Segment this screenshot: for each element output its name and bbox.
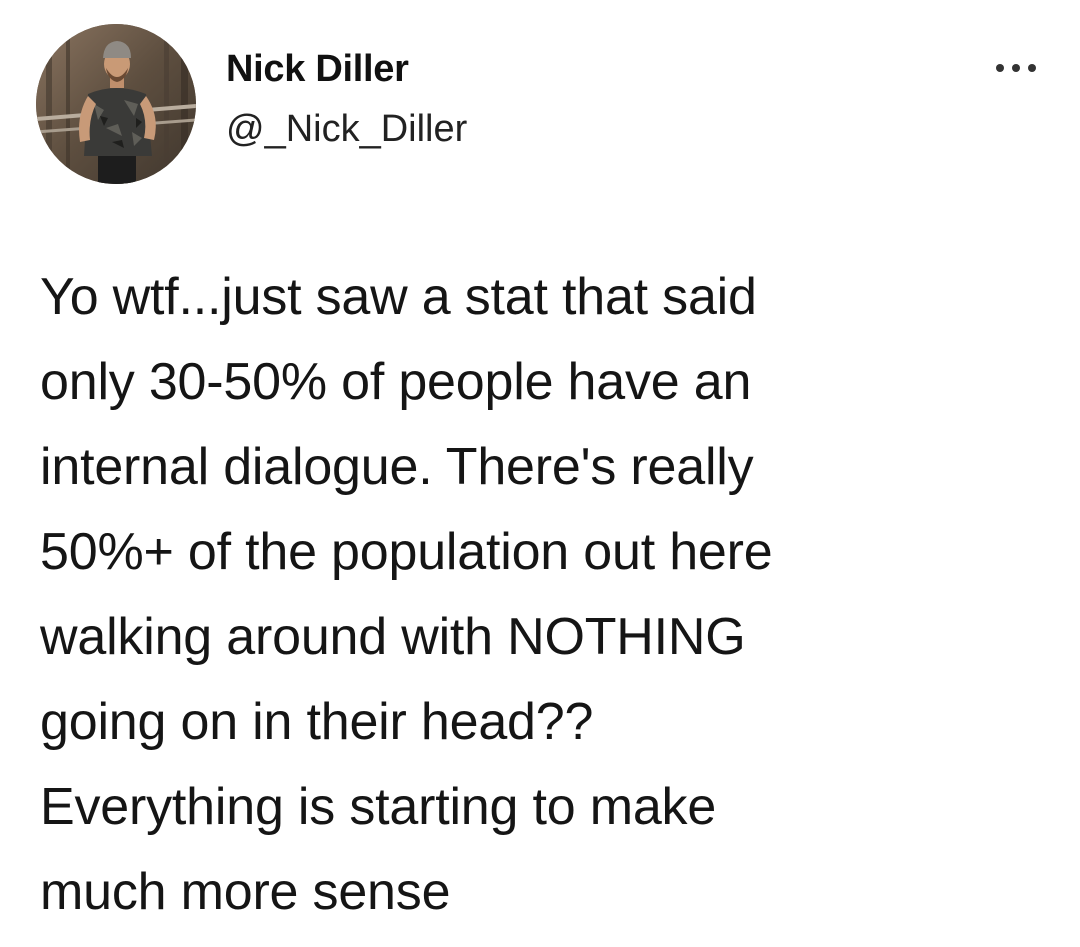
tweet-text: Yo wtf...just saw a stat that said only … [40,255,1050,935]
avatar-photo [36,24,196,184]
author-handle[interactable]: @_Nick_Diller [226,108,467,151]
tweet-card: Nick Diller @_Nick_Diller Yo wtf...just … [0,0,1080,947]
tweet-text-line: Yo wtf...just saw a stat that said [40,268,757,326]
more-horizontal-icon [996,64,1036,72]
tweet-text-line: 50%+ of the population out here [40,523,773,581]
tweet-text-line: going on in their head?? [40,693,594,751]
tweet-text-line: internal dialogue. There's really [40,438,754,496]
tweet-text-line: much more sense [40,863,451,921]
author-display-name[interactable]: Nick Diller [226,48,409,91]
tweet-text-line: walking around with NOTHING [40,608,746,666]
more-options-button[interactable] [986,48,1046,88]
tweet-text-line: only 30-50% of people have an [40,353,752,411]
avatar[interactable] [36,24,196,184]
tweet-text-line: Everything is starting to make [40,778,717,836]
